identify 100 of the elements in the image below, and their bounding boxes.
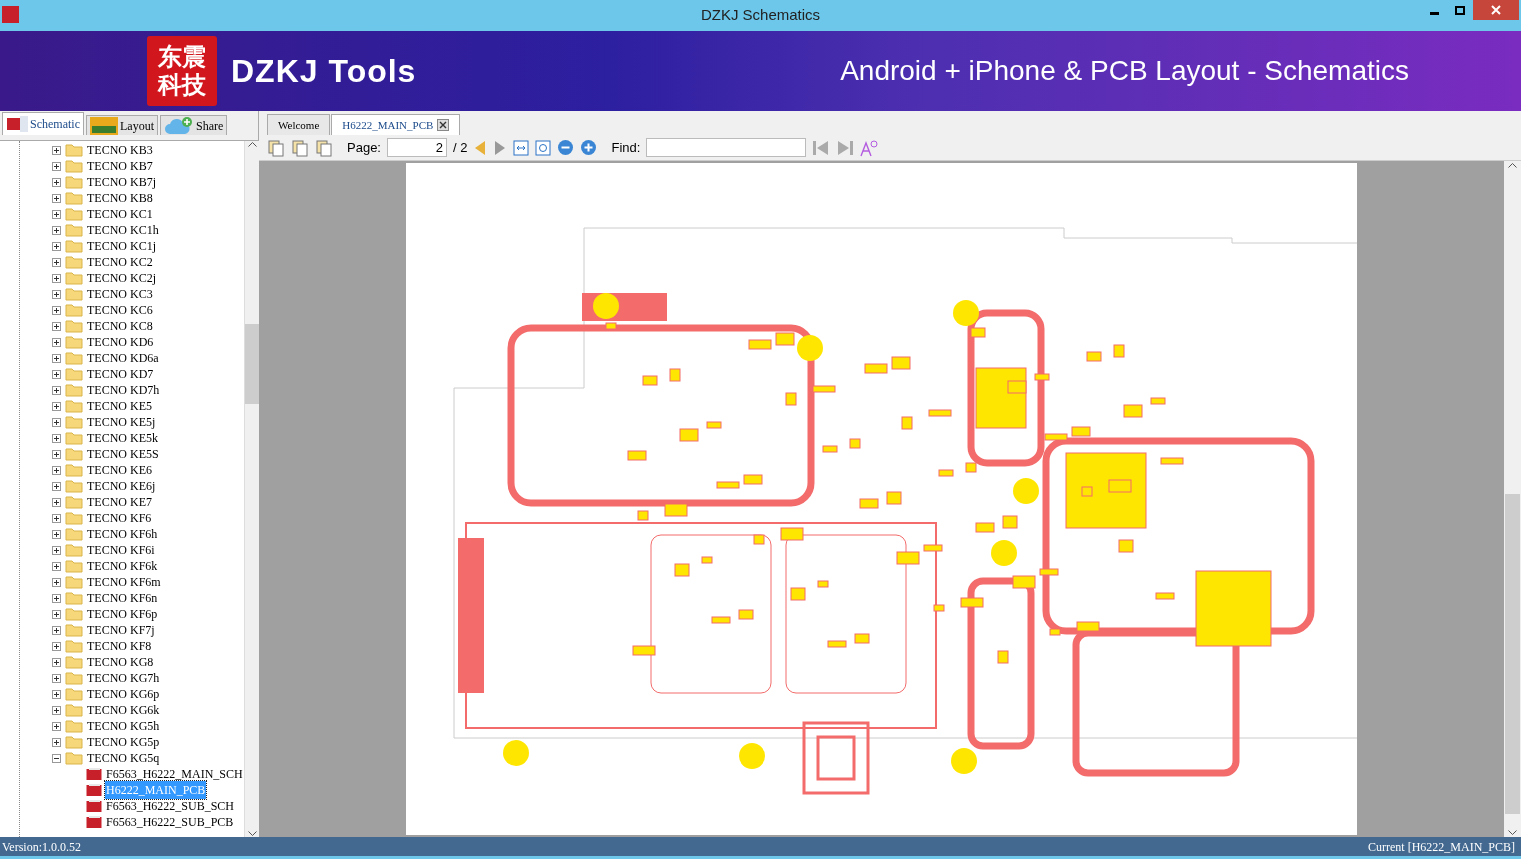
collapse-icon[interactable] xyxy=(52,753,61,763)
tree-item[interactable]: TECNO KC2j xyxy=(87,269,156,287)
tree-item[interactable]: TECNO KF6h xyxy=(87,525,158,543)
expand-icon[interactable] xyxy=(52,609,61,619)
zoom-out-icon[interactable] xyxy=(557,139,575,156)
tree-item[interactable]: TECNO KF6k xyxy=(87,557,158,575)
expand-icon[interactable] xyxy=(52,641,61,651)
tree-file-item[interactable]: F6563_H6222_SUB_PCB xyxy=(105,813,235,831)
tree-item[interactable]: TECNO KB7 xyxy=(87,157,153,175)
expand-icon[interactable] xyxy=(52,625,61,635)
tree-item[interactable]: TECNO KC2 xyxy=(87,253,153,271)
tree-item[interactable]: TECNO KC1h xyxy=(87,221,159,239)
tree-item[interactable]: TECNO KF6n xyxy=(87,589,158,607)
tree-item[interactable]: TECNO KG5h xyxy=(87,717,160,735)
fit-page-icon[interactable] xyxy=(535,139,552,156)
tree-item[interactable]: TECNO KB7j xyxy=(87,173,156,191)
tree-item[interactable]: TECNO KG6k xyxy=(87,701,160,719)
expand-icon[interactable] xyxy=(52,721,61,731)
tree-item[interactable]: TECNO KG7h xyxy=(87,669,160,687)
expand-icon[interactable] xyxy=(52,209,61,219)
expand-icon[interactable] xyxy=(52,417,61,427)
tree-item[interactable]: TECNO KD7 xyxy=(87,365,154,383)
expand-icon[interactable] xyxy=(52,577,61,587)
tree-item[interactable]: TECNO KG5q xyxy=(87,749,160,767)
tree-item[interactable]: TECNO KG6p xyxy=(87,685,160,703)
vertical-scrollbar[interactable] xyxy=(1504,161,1521,837)
tree-item[interactable]: TECNO KE7 xyxy=(87,493,152,511)
tree-item[interactable]: TECNO KC6 xyxy=(87,301,153,319)
find-field[interactable] xyxy=(646,138,807,157)
tree-item[interactable]: TECNO KG5p xyxy=(87,733,160,751)
expand-icon[interactable] xyxy=(52,433,61,443)
expand-icon[interactable] xyxy=(52,193,61,203)
tree-file-item[interactable]: F6563_H6222_SUB_SCH xyxy=(105,797,236,815)
expand-icon[interactable] xyxy=(52,241,61,251)
page-number-field[interactable]: 2 xyxy=(387,138,447,157)
tree-scrollbar[interactable] xyxy=(243,141,260,837)
expand-icon[interactable] xyxy=(52,257,61,267)
tree-item[interactable]: TECNO KC3 xyxy=(87,285,153,303)
text-style-icon[interactable] xyxy=(860,138,879,157)
document-tab[interactable]: H6222_MAIN_PCB xyxy=(331,114,461,135)
expand-icon[interactable] xyxy=(52,497,61,507)
tree-item[interactable]: TECNO KD6a xyxy=(87,349,159,367)
expand-icon[interactable] xyxy=(52,401,61,411)
expand-icon[interactable] xyxy=(52,481,61,491)
expand-icon[interactable] xyxy=(52,369,61,379)
tree-item[interactable]: TECNO KE5S xyxy=(87,445,159,463)
copy-page-icon[interactable] xyxy=(291,138,309,157)
tree-item[interactable]: TECNO KC1j xyxy=(87,237,156,255)
zoom-in-icon[interactable] xyxy=(580,139,598,156)
scroll-down-icon[interactable] xyxy=(1508,830,1517,835)
side-tab[interactable]: Schematic xyxy=(2,112,84,135)
tree-item[interactable]: TECNO KB3 xyxy=(87,141,153,159)
tree-item[interactable]: TECNO KF8 xyxy=(87,637,152,655)
expand-icon[interactable] xyxy=(52,177,61,187)
fit-width-icon[interactable] xyxy=(513,139,530,156)
tree-item[interactable]: TECNO KF6p xyxy=(87,605,158,623)
paste-page-icon[interactable] xyxy=(315,138,333,157)
expand-icon[interactable] xyxy=(52,337,61,347)
tree-item[interactable]: TECNO KE5j xyxy=(87,413,156,431)
expand-icon[interactable] xyxy=(52,705,61,715)
scrollbar-thumb[interactable] xyxy=(1505,494,1520,814)
tree-item[interactable]: TECNO KE5 xyxy=(87,397,152,415)
tree-item[interactable]: TECNO KE6j xyxy=(87,477,156,495)
expand-icon[interactable] xyxy=(52,225,61,235)
tree-file-item[interactable]: F6563_H6222_MAIN_SCH xyxy=(105,765,244,783)
tree-item[interactable]: TECNO KD6 xyxy=(87,333,154,351)
tree-item[interactable]: TECNO KG8 xyxy=(87,653,154,671)
tree-item[interactable]: TECNO KB8 xyxy=(87,189,153,207)
close-button[interactable] xyxy=(1473,0,1519,20)
document-tab[interactable]: Welcome xyxy=(267,114,331,135)
expand-icon[interactable] xyxy=(52,321,61,331)
expand-icon[interactable] xyxy=(52,673,61,683)
scrollbar-thumb[interactable] xyxy=(244,324,260,404)
expand-icon[interactable] xyxy=(52,513,61,523)
expand-icon[interactable] xyxy=(52,689,61,699)
tree-item[interactable]: TECNO KE5k xyxy=(87,429,158,447)
expand-icon[interactable] xyxy=(52,145,61,155)
expand-icon[interactable] xyxy=(52,737,61,747)
copy-icon[interactable] xyxy=(267,138,285,157)
side-tab[interactable]: Layout xyxy=(86,115,158,135)
tree-item[interactable]: TECNO KF6m xyxy=(87,573,161,591)
expand-icon[interactable] xyxy=(52,593,61,603)
expand-icon[interactable] xyxy=(52,561,61,571)
expand-icon[interactable] xyxy=(52,529,61,539)
expand-icon[interactable] xyxy=(52,465,61,475)
expand-icon[interactable] xyxy=(52,161,61,171)
close-icon[interactable] xyxy=(437,119,450,131)
expand-icon[interactable] xyxy=(52,305,61,315)
expand-icon[interactable] xyxy=(52,353,61,363)
tree-item[interactable]: TECNO KC1 xyxy=(87,205,153,223)
expand-icon[interactable] xyxy=(52,385,61,395)
tree-item[interactable]: TECNO KF6i xyxy=(87,541,155,559)
scroll-up-icon[interactable] xyxy=(247,142,257,147)
scroll-down-icon[interactable] xyxy=(247,831,257,836)
tree-item[interactable]: TECNO KD7h xyxy=(87,381,160,399)
side-tab[interactable]: Share xyxy=(160,115,228,135)
tree-item[interactable]: TECNO KF7j xyxy=(87,621,155,639)
expand-icon[interactable] xyxy=(52,289,61,299)
expand-icon[interactable] xyxy=(52,545,61,555)
tree-item[interactable]: TECNO KE6 xyxy=(87,461,152,479)
